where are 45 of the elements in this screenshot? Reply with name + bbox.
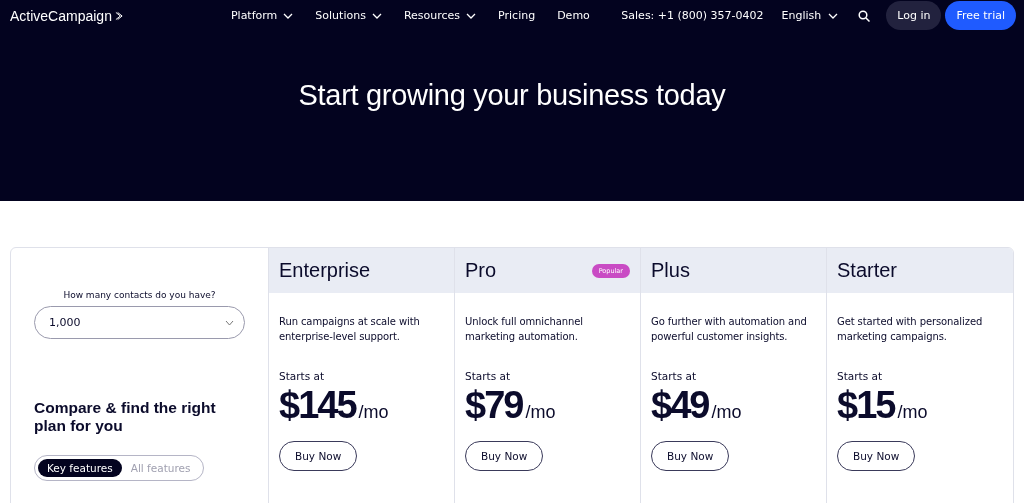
caret-icon: [466, 12, 477, 19]
price-period: /mo: [525, 402, 556, 423]
buy-now-button[interactable]: Buy Now: [651, 441, 730, 471]
price-amount: $79: [465, 384, 523, 427]
price-period: /mo: [711, 402, 742, 423]
price-amount: $15: [837, 384, 895, 427]
price-period: /mo: [897, 402, 928, 423]
plan-description: Unlock full omnichannel marketing automation.: [465, 315, 584, 344]
starts-at-label: Starts at: [465, 370, 510, 382]
contacts-label: How many contacts do you have?: [62, 290, 217, 300]
plan-description: Run campaigns at scale with enterprise-level support.: [279, 315, 421, 344]
logo[interactable]: ActiveCampaign: [10, 7, 123, 24]
nav-link[interactable]: Resources: [403, 9, 477, 22]
buy-now-button[interactable]: Buy Now: [279, 441, 358, 471]
buy-now-button[interactable]: Buy Now: [837, 441, 916, 471]
price-period: /mo: [358, 402, 389, 423]
login-button[interactable]: Log in: [886, 1, 942, 30]
hero-title: Start growing your business today: [298, 79, 726, 112]
caret-icon: [828, 12, 839, 19]
chevron-icon: [114, 10, 123, 21]
free-trial-button[interactable]: Free trial: [945, 1, 1016, 30]
caret-icon: [371, 12, 382, 19]
starts-at-label: Starts at: [279, 370, 324, 382]
starts-at-label: Starts at: [651, 370, 696, 382]
price-amount: $145: [279, 384, 356, 427]
nav-link[interactable]: Demo: [557, 9, 590, 22]
plan-name: Plus: [651, 259, 690, 282]
starts-at-label: Starts at: [837, 370, 882, 382]
caret-icon: [225, 319, 234, 326]
search-icon: [858, 9, 871, 22]
language-selector[interactable]: English: [781, 9, 839, 22]
plan-description: Get started with personalized marketing campaigns.: [837, 315, 984, 344]
plan-name: Pro: [465, 259, 497, 282]
plan-description: Go further with automation and powerful customer insights.: [651, 315, 808, 344]
feature-tab[interactable]: Key features: [38, 459, 122, 477]
nav-link[interactable]: Platform: [230, 9, 294, 22]
caret-icon: [283, 12, 294, 19]
nav-link[interactable]: Pricing: [498, 9, 536, 22]
nav-link[interactable]: Solutions: [315, 9, 382, 22]
plan-name: Enterprise: [279, 259, 371, 282]
compare-heading: Compare & find the right plan for you: [34, 399, 217, 435]
sales-phone: Sales: +1 (800) 357-0402: [621, 9, 764, 22]
buy-now-button[interactable]: Buy Now: [465, 441, 544, 471]
price-amount: $49: [651, 384, 709, 427]
plan-name: Starter: [837, 259, 898, 282]
